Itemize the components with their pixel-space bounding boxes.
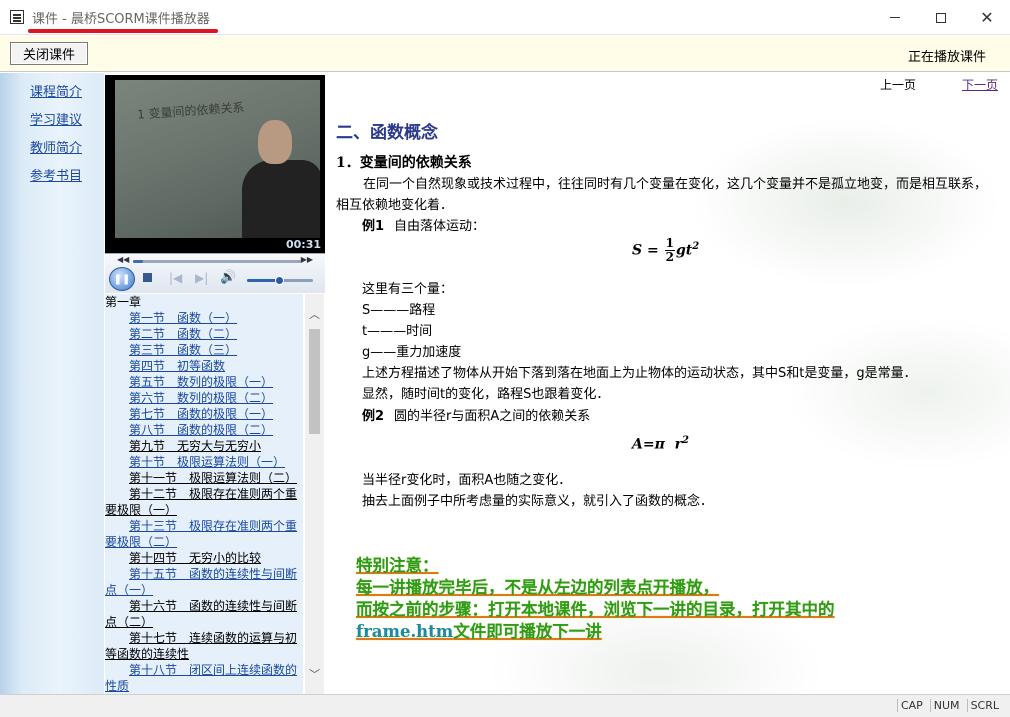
close-course-button[interactable]: 关闭课件 (10, 42, 89, 65)
scroll-up-icon[interactable]: ︿ (305, 306, 324, 324)
volume-knob[interactable] (275, 276, 284, 285)
toc-item[interactable]: 第四节 初等函数 (105, 358, 303, 374)
close-icon: ✕ (980, 7, 994, 27)
toc-item[interactable]: 第十七节 连续函数的运算与初等函数的连续性 (105, 630, 303, 662)
chapter-toc: 第一章 第一节 函数（一） 第二节 函数（二） 第三节 函数（三） 第四节 初等函数第… (105, 294, 325, 694)
nav-course-intro[interactable]: 课程简介 (30, 81, 104, 100)
toc-chapter-title: 第一章 (105, 295, 142, 309)
caps-indicator: CAP (896, 699, 926, 712)
toc-item[interactable]: 第七节 函数的极限（一） (105, 406, 303, 422)
maximize-button[interactable] (918, 0, 964, 35)
example2-label: 例2 (362, 409, 385, 424)
toc-item[interactable]: 第十一节 极限运算法则（二） (105, 470, 303, 486)
previous-icon: |◀ (169, 271, 183, 285)
video-time: 00:31 (285, 238, 321, 251)
volume-slider[interactable] (247, 276, 313, 285)
var-g: g——重力加速度 (362, 345, 462, 360)
volume-button[interactable]: 🔊 (220, 270, 236, 285)
lesson-content: 上一页 下一页 二、函数概念 1．变量间的依赖关系 在同一个自然现象或技术过程中… (326, 73, 1010, 694)
explain-4: 抽去上面例子中所考虑量的实际意义，就引入了函数的概念． (362, 494, 714, 509)
toc-item[interactable]: 第五节 数列的极限（一） (105, 374, 303, 390)
var-s: S———路程 (362, 303, 436, 318)
left-nav: 课程简介 学习建议 教师简介 参考书目 (0, 73, 104, 694)
toc-item[interactable]: 第二节 函数（二） (105, 326, 303, 342)
player-controls: ◀◀ ▶▶ ❚❚ |◀ ▶| 🔊 (105, 253, 325, 293)
title-bar: 课件 - 晨桥SCORM课件播放器 ✕ (0, 0, 1010, 35)
example1-label: 例1 (362, 219, 385, 234)
play-pause-icon: ❚❚ (113, 273, 131, 285)
seek-progress (133, 260, 143, 263)
toc-item[interactable]: 第十八节 闭区间上连续函数的性质 (105, 662, 303, 694)
window-controls: ✕ (872, 0, 1010, 35)
example1: 例1 自由落体运动： (362, 215, 485, 234)
example2: 例2 圆的半径r与面积A之间的依赖关系 (362, 405, 590, 424)
video-player[interactable]: 1 变量间的依赖关系 00:31 (105, 75, 325, 253)
next-button[interactable]: ▶| (195, 271, 208, 285)
next-page-link[interactable]: 下一页 (962, 76, 998, 93)
seek-back-icon[interactable]: ◀◀ (117, 255, 129, 264)
toc-scrollbar[interactable]: ︿ ﹀ (305, 294, 324, 694)
seek-forward-icon[interactable]: ▶▶ (301, 255, 313, 264)
close-window-button[interactable]: ✕ (964, 0, 1010, 35)
next-icon: ▶| (195, 271, 209, 285)
blackboard-text: 1 变量间的依赖关系 (136, 100, 245, 122)
toc-item[interactable]: 第十节 极限运算法则（一） (105, 454, 303, 470)
lecturer-figure (242, 120, 320, 238)
stop-button[interactable] (143, 273, 152, 282)
maximize-icon (936, 12, 946, 23)
explain-2: 显然，随时间t的变化，路程S也跟着变化． (362, 387, 610, 402)
section-heading: 二、函数概念 (336, 123, 438, 143)
formula-circle-area: A=π r2 (632, 435, 689, 453)
prev-page-link[interactable]: 上一页 (880, 76, 916, 93)
toc-item[interactable]: 第十五节 函数的连续性与间断点（一） (105, 566, 303, 598)
status-bar: CAP NUM SCRL (0, 694, 1010, 717)
toc-item[interactable]: 第八节 函数的极限（二） (105, 422, 303, 438)
video-frame: 1 变量间的依赖关系 (115, 80, 320, 238)
minimize-icon (890, 17, 900, 18)
pause-button[interactable]: ❚❚ (109, 267, 135, 291)
intro-paragraph: 在同一个自然现象或技术过程中，往往同时有几个变量在变化，这几个变量并不是孤立地变… (336, 177, 988, 213)
formula-free-fall: S = 1 2 gt2 (632, 236, 700, 264)
toc-item[interactable]: 第九节 无穷大与无穷小 (105, 438, 303, 454)
nav-teacher-intro[interactable]: 教师简介 (30, 137, 104, 156)
toolbar: 关闭课件 正在播放课件 (0, 36, 1010, 72)
toc-item[interactable]: 第十三节 极限存在准则两个重要极限（二） (105, 518, 303, 550)
scroll-down-icon[interactable]: ﹀ (305, 666, 324, 684)
scroll-lock-indicator: SCRL (966, 699, 1002, 712)
toc-item[interactable]: 第一节 函数（一） (105, 310, 303, 326)
scroll-thumb[interactable] (309, 329, 320, 434)
num-indicator: NUM (929, 699, 963, 712)
notice-title: 特别注意： (356, 556, 439, 575)
example2-text: 圆的半径r与面积A之间的依赖关系 (394, 409, 591, 424)
notice-line-1: 每一讲播放完毕后，不是从左边的列表点开播放， (356, 578, 719, 597)
notice-line-2: 而按之前的步骤：打开本地课件，浏览下一讲的目录，打开其中的 (356, 600, 835, 619)
nav-study-advice[interactable]: 学习建议 (30, 109, 104, 128)
explain-3: 当半径r变化时，面积A也随之变化． (362, 473, 572, 488)
seek-bar[interactable]: ◀◀ ▶▶ (115, 255, 315, 264)
app-list-icon[interactable] (10, 10, 24, 24)
toc-list: 第一章 第一节 函数（一） 第二节 函数（二） 第三节 函数（三） 第四节 初等函数第… (105, 294, 303, 694)
playing-status: 正在播放课件 (907, 50, 986, 65)
toc-item[interactable]: 第十四节 无穷小的比较 (105, 550, 303, 566)
toc-item[interactable]: 第十二节 极限存在准则两个重要极限（一） (105, 486, 303, 518)
vars-intro: 这里有三个量： (362, 282, 454, 297)
var-t: t———时间 (362, 324, 433, 339)
toc-item[interactable]: 第十六节 函数的连续性与间断点（二） (105, 598, 303, 630)
minimize-button[interactable] (872, 0, 918, 35)
previous-button[interactable]: |◀ (169, 271, 182, 285)
toc-item[interactable]: 第六节 数列的极限（二） (105, 390, 303, 406)
nav-references[interactable]: 参考书目 (30, 165, 104, 184)
window-title: 课件 - 晨桥SCORM课件播放器 (28, 8, 218, 33)
volume-icon: 🔊 (220, 270, 237, 285)
subsection-title: 1．变量间的依赖关系 (336, 155, 472, 171)
special-notice: 特别注意： 每一讲播放完毕后，不是从左边的列表点开播放， 而按之前的步骤：打开本… (356, 555, 835, 643)
explain-1: 上述方程描述了物体从开始下落到落在地面上为止物体的运动状态，其中S和t是变量，g… (362, 366, 917, 381)
notice-line-3: frame.htm文件即可播放下一讲 (356, 622, 602, 641)
toc-item[interactable]: 第三节 函数（三） (105, 342, 303, 358)
example1-text: 自由落体运动： (394, 219, 486, 234)
